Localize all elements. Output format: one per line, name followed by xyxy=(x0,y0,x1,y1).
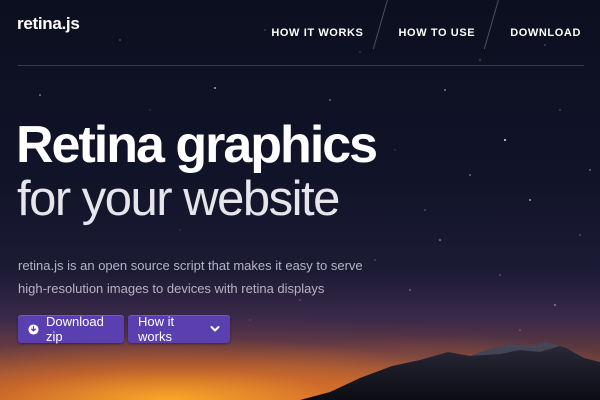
download-circle-icon xyxy=(28,323,39,335)
how-it-works-button[interactable]: How it works xyxy=(128,314,230,344)
how-it-works-label: How it works xyxy=(138,314,175,344)
nav-link-how-it-works[interactable]: HOW IT WORKS xyxy=(271,27,363,39)
header-divider xyxy=(18,65,584,66)
hero-description-line: high-resolution images to devices with r… xyxy=(18,281,325,296)
download-zip-label: Download zip xyxy=(46,314,104,344)
top-navigation: HOW IT WORKS HOW TO USE DOWNLOAD xyxy=(271,0,581,49)
hero-headline: Retina graphics xyxy=(16,116,378,174)
nav-link-how-to-use[interactable]: HOW TO USE xyxy=(399,27,476,39)
hero-description: retina.js is an open source script that … xyxy=(18,254,398,300)
nav-link-download[interactable]: DOWNLOAD xyxy=(510,27,581,39)
chevron-down-icon xyxy=(210,325,220,333)
download-zip-button[interactable]: Download zip xyxy=(18,314,124,344)
site-logo[interactable]: retina.js xyxy=(17,14,80,34)
hero-description-line: retina.js is an open source script that … xyxy=(18,258,363,273)
hero-subheadline: for your website xyxy=(17,172,340,226)
hero-section: retina.js HOW IT WORKS HOW TO USE DOWNLO… xyxy=(0,0,600,400)
